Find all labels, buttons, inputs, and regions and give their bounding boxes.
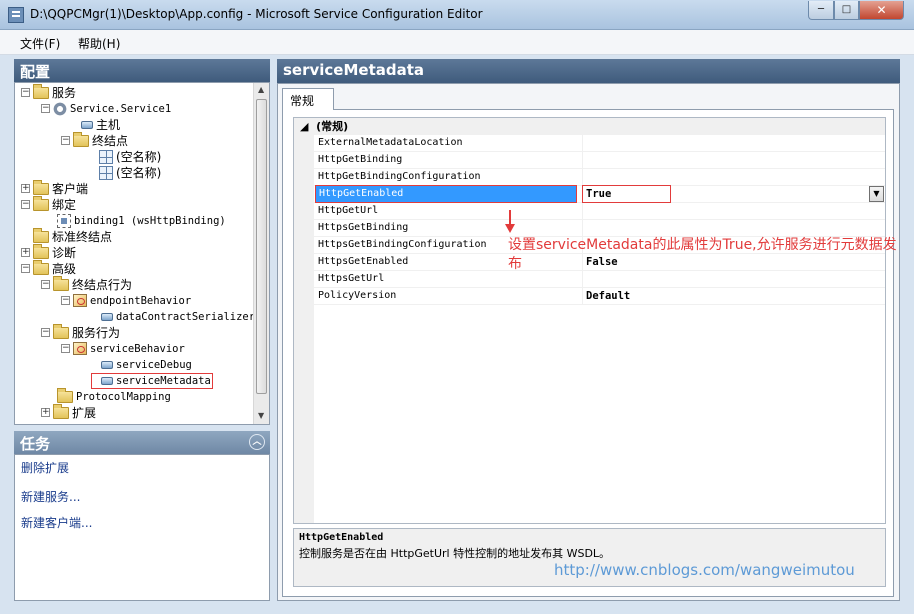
tasks-panel-title: 任务 ︿ — [14, 431, 270, 454]
folder-icon — [53, 323, 69, 339]
expand-icon[interactable]: + — [21, 184, 30, 193]
minimize-button[interactable]: ─ — [808, 1, 834, 20]
tab-general[interactable]: 常规 — [282, 88, 334, 110]
tree-item-endpoint-behaviors[interactable]: − 终结点行为 — [41, 275, 132, 293]
tree-item-endpoint-behavior[interactable]: − endpointBehavior — [61, 293, 191, 309]
title-bar: D:\QQPCMgr(1)\Desktop\App.config - Micro… — [0, 0, 914, 30]
node-icon — [101, 360, 113, 369]
behavior-icon — [73, 294, 87, 307]
highlight-box — [91, 373, 213, 389]
chevron-up-icon[interactable]: ︿ — [249, 434, 265, 450]
folder-icon — [33, 243, 49, 259]
tree-item-diagnostics[interactable]: + 诊断 — [21, 243, 76, 261]
property-row[interactable]: HttpGetUrl — [314, 203, 885, 220]
description-title: HttpGetEnabled — [299, 532, 384, 543]
tree-item-advanced[interactable]: − 高级 — [21, 259, 76, 277]
app-icon — [8, 7, 24, 23]
scroll-thumb[interactable] — [256, 99, 267, 394]
maximize-button[interactable]: □ — [834, 1, 859, 20]
folder-icon — [33, 259, 49, 275]
collapse-icon[interactable]: − — [61, 136, 70, 145]
tree-item-protocolmapping[interactable]: ProtocolMapping — [57, 387, 171, 405]
collapse-icon[interactable]: − — [61, 344, 70, 353]
scroll-up-icon[interactable]: ▲ — [258, 85, 264, 94]
property-row[interactable]: ExternalMetadataLocation — [314, 135, 885, 152]
menu-bar: 文件(F) 帮助(H) — [0, 30, 914, 55]
tree-item-endpoint-1[interactable]: (空名称) — [99, 149, 161, 165]
watermark: http://www.cnblogs.com/wangweimutou — [554, 561, 855, 579]
menu-help[interactable]: 帮助(H) — [78, 35, 120, 52]
tree-item-servicedebug[interactable]: serviceDebug — [101, 357, 192, 373]
property-grid[interactable]: ◢ (常规) ExternalMetadataLocation HttpGetB… — [293, 117, 886, 524]
detail-title: serviceMetadata — [277, 59, 900, 83]
menu-file[interactable]: 文件(F) — [20, 35, 60, 52]
tree-item-extensions[interactable]: + 扩展 — [41, 403, 96, 421]
dropdown-arrow-icon[interactable]: ▼ — [869, 186, 884, 202]
tree-item-services[interactable]: − 服务 — [21, 83, 76, 101]
new-service-link[interactable]: 新建服务... — [21, 488, 80, 505]
folder-icon — [33, 227, 49, 243]
tree-scrollbar[interactable]: ▲ ▼ — [253, 83, 269, 424]
new-client-link[interactable]: 新建客户端... — [21, 514, 92, 531]
tree-item-host[interactable]: 主机 — [81, 117, 120, 133]
binding-icon — [57, 213, 71, 228]
tree-item-clients[interactable]: + 客户端 — [21, 179, 88, 197]
tree-item-service-behavior[interactable]: − serviceBehavior — [61, 341, 185, 357]
tree-item-binding1[interactable]: binding1 (wsHttpBinding) — [57, 213, 226, 229]
collapse-icon[interactable]: − — [41, 104, 50, 113]
endpoint-icon — [99, 165, 113, 180]
property-row[interactable]: PolicyVersion Default — [314, 288, 885, 305]
tree-item-standard-endpoints[interactable]: 标准终结点 — [33, 227, 112, 245]
folder-icon — [33, 195, 49, 211]
window-title: D:\QQPCMgr(1)\Desktop\App.config - Micro… — [30, 7, 483, 21]
close-button[interactable]: ✕ — [859, 1, 904, 20]
folder-icon — [33, 83, 49, 99]
expand-icon[interactable]: + — [41, 408, 50, 417]
tasks-title: 任务 — [20, 435, 51, 453]
tree-item-service-behaviors[interactable]: − 服务行为 — [41, 323, 120, 341]
category-label: (常规) — [316, 120, 349, 133]
category-row[interactable]: ◢ (常规) — [294, 118, 885, 135]
description-text: 控制服务是否在由 HttpGetUrl 特性控制的地址发布其 WSDL。 — [299, 547, 611, 560]
service-icon — [53, 101, 67, 116]
node-icon — [101, 312, 113, 321]
collapse-icon[interactable]: − — [41, 280, 50, 289]
collapse-icon[interactable]: − — [21, 264, 30, 273]
endpoint-icon — [99, 149, 113, 164]
property-row[interactable]: HttpGetBinding — [314, 152, 885, 169]
delete-extension-link[interactable]: 删除扩展 — [21, 459, 69, 476]
collapse-icon[interactable]: − — [21, 88, 30, 97]
collapse-icon[interactable]: − — [61, 296, 70, 305]
folder-icon — [73, 131, 89, 147]
property-row[interactable]: HttpsGetBinding — [314, 220, 885, 237]
tree-item-endpoints[interactable]: − 终结点 — [61, 131, 128, 149]
behavior-icon — [73, 342, 87, 355]
tasks-panel: 删除扩展 新建服务... 新建客户端... — [14, 454, 270, 601]
annotation-arrow — [505, 210, 515, 233]
collapse-icon[interactable]: − — [21, 200, 30, 209]
tree-item-datacontractserializer[interactable]: dataContractSerializer — [101, 309, 255, 325]
tree-item-endpoint-2[interactable]: (空名称) — [99, 165, 161, 181]
folder-icon — [53, 275, 69, 291]
collapse-icon[interactable]: − — [41, 328, 50, 337]
tree-item-service1[interactable]: − Service.Service1 — [41, 101, 171, 117]
node-icon — [81, 120, 93, 129]
grid-gutter — [294, 118, 314, 523]
scroll-down-icon[interactable]: ▼ — [258, 411, 264, 420]
annotation-text: 设置serviceMetadata的此属性为True,允许服务进行元数据发布 — [508, 237, 897, 272]
property-row-selected[interactable]: HttpGetEnabled True ▼ — [314, 185, 885, 203]
folder-icon — [53, 403, 69, 419]
config-tree[interactable]: − 服务 − Service.Service1 主机 − 终结点 (空名称) (空名称… — [14, 82, 270, 425]
config-panel-title: 配置 — [14, 59, 270, 82]
tree-item-bindings[interactable]: − 绑定 — [21, 195, 76, 213]
folder-icon — [57, 387, 73, 403]
folder-icon — [33, 179, 49, 195]
expand-icon[interactable]: + — [21, 248, 30, 257]
property-row[interactable]: HttpGetBindingConfiguration — [314, 169, 885, 186]
